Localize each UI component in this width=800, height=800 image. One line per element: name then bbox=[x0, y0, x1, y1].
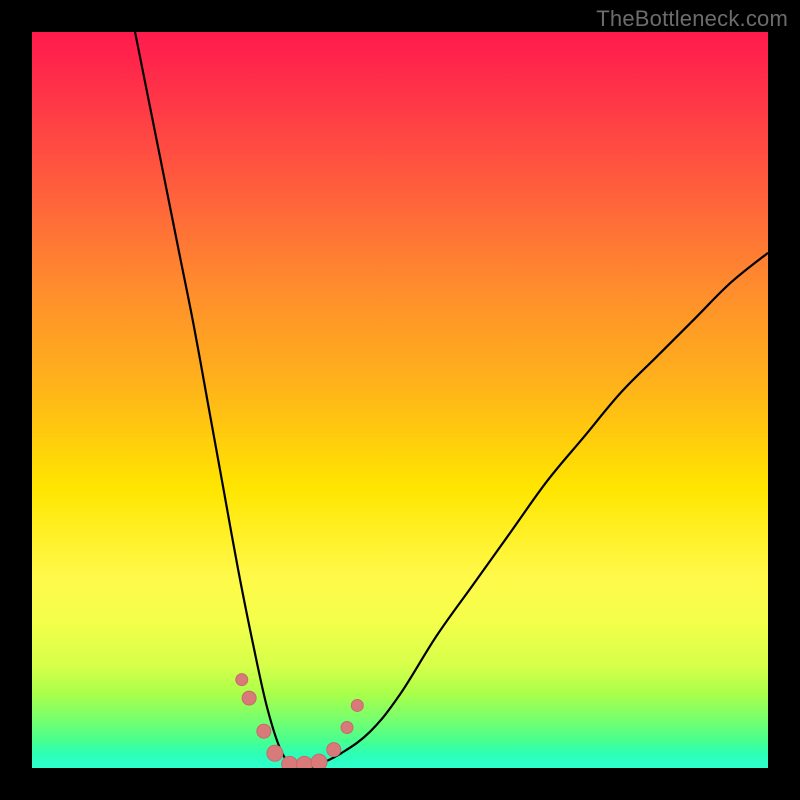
outer-frame: TheBottleneck.com bbox=[0, 0, 800, 800]
plot-area bbox=[32, 32, 768, 768]
marker-dot bbox=[282, 756, 298, 768]
marker-dot bbox=[311, 754, 327, 768]
watermark-text: TheBottleneck.com bbox=[596, 6, 788, 32]
marker-dot bbox=[327, 743, 341, 757]
marker-dot bbox=[267, 745, 283, 761]
curve-right-arm bbox=[312, 253, 768, 768]
marker-dot bbox=[351, 699, 363, 711]
marker-dot bbox=[236, 674, 248, 686]
marker-dot bbox=[242, 691, 256, 705]
marker-dot bbox=[296, 756, 312, 768]
curve-group bbox=[135, 32, 768, 768]
marker-dot bbox=[341, 722, 353, 734]
curve-left-arm bbox=[135, 32, 312, 768]
chart-svg bbox=[32, 32, 768, 768]
marker-dot bbox=[257, 724, 271, 738]
near-optimal-markers bbox=[236, 674, 364, 768]
